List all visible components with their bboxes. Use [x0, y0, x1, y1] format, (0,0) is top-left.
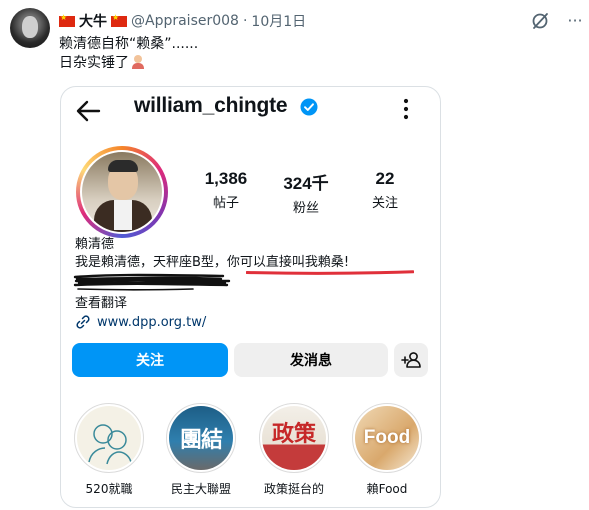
person-shrug-emoji-icon — [131, 55, 145, 69]
highlight-520-image — [77, 406, 141, 470]
profile-story-ring[interactable] — [76, 146, 168, 238]
author-handle[interactable]: @Appraiser008 — [131, 13, 239, 29]
stat-followers-value: 324千 — [283, 174, 329, 193]
bio-text-b: 你可以直接叫我賴桑! — [226, 255, 350, 270]
highlight-label: 賴Food — [366, 482, 408, 496]
red-underline-annotation — [246, 270, 414, 275]
stat-posts-value: 1,386 — [204, 169, 248, 188]
highlight-label: 520就職 — [85, 482, 133, 496]
stat-followers-label: 粉丝 — [292, 201, 319, 216]
tweet-text-line: 赖清德自称“赖桑”...... — [59, 36, 199, 52]
stat-following-value: 22 — [375, 169, 395, 188]
profile-picture — [80, 150, 164, 234]
author-display-name[interactable]: 大牛 — [79, 11, 107, 31]
china-flag-icon — [59, 13, 75, 27]
redaction-scribble — [73, 273, 231, 291]
tweet-text: 赖清德自称“赖桑”...... 日杂实锤了 — [59, 35, 198, 73]
bio-text-a: 我是賴清德，天秤座B型， — [75, 255, 227, 270]
tweet-date[interactable]: 10月1日 — [251, 11, 306, 31]
stat-following-label: 关注 — [371, 196, 398, 211]
bio-name: 賴清德 — [75, 237, 115, 252]
highlight-image-text: 團結 — [179, 428, 223, 453]
highlight-policy[interactable]: 政策 政策挺台的 — [256, 403, 332, 497]
stat-following[interactable]: 22 关注 — [362, 169, 408, 211]
highlight-unity-image: 團結 — [169, 406, 233, 470]
header-separator: · — [242, 13, 248, 29]
highlight-policy-image: 政策 — [262, 406, 326, 470]
highlight-image-text: Food — [363, 427, 411, 448]
grok-slash-icon[interactable] — [530, 11, 550, 31]
link-icon — [76, 315, 90, 329]
bio-text: 我是賴清德，天秤座B型，你可以直接叫我賴桑! — [75, 251, 349, 270]
kebab-menu-icon[interactable] — [402, 97, 410, 121]
stat-posts[interactable]: 1,386 帖子 — [195, 169, 257, 211]
highlight-label: 政策挺台的 — [263, 482, 324, 496]
suggest-people-button[interactable] — [394, 343, 428, 377]
author-avatar[interactable] — [10, 8, 50, 48]
message-button[interactable]: 发消息 — [234, 343, 388, 377]
highlight-image-text: 政策 — [271, 422, 316, 447]
highlight-democracy-alliance[interactable]: 團結 民主大聯盟 — [163, 403, 239, 497]
tweet-text-line-2: 日杂实锤了 — [59, 54, 198, 73]
verified-badge-icon — [300, 98, 318, 116]
stat-posts-label: 帖子 — [212, 196, 239, 211]
see-translation-link[interactable]: 查看翻译 — [75, 292, 127, 311]
back-arrow-icon[interactable] — [75, 99, 103, 123]
tweet-text-line-2-text: 日杂实锤了 — [59, 55, 129, 71]
highlight-label: 民主大聯盟 — [170, 482, 231, 496]
sketch-faces-icon — [88, 424, 132, 465]
embedded-image-card[interactable]: william_chingte 1,386 帖子 324千 粉丝 22 关注 賴… — [60, 86, 441, 508]
highlight-520[interactable]: 520就職 — [71, 403, 147, 497]
follow-button[interactable]: 关注 — [72, 343, 228, 377]
tweet-header: 大牛 @Appraiser008 · 10月1日 — [59, 11, 306, 31]
china-flag-icon — [111, 13, 127, 27]
more-options-icon[interactable]: ··· — [565, 11, 585, 31]
highlight-lai-food[interactable]: Food 賴Food — [349, 403, 425, 497]
stat-followers[interactable]: 324千 粉丝 — [273, 169, 339, 216]
highlight-food-image: Food — [355, 406, 419, 470]
website-link[interactable]: www.dpp.org.tw/ — [97, 315, 206, 330]
profile-username: william_chingte — [134, 94, 288, 117]
